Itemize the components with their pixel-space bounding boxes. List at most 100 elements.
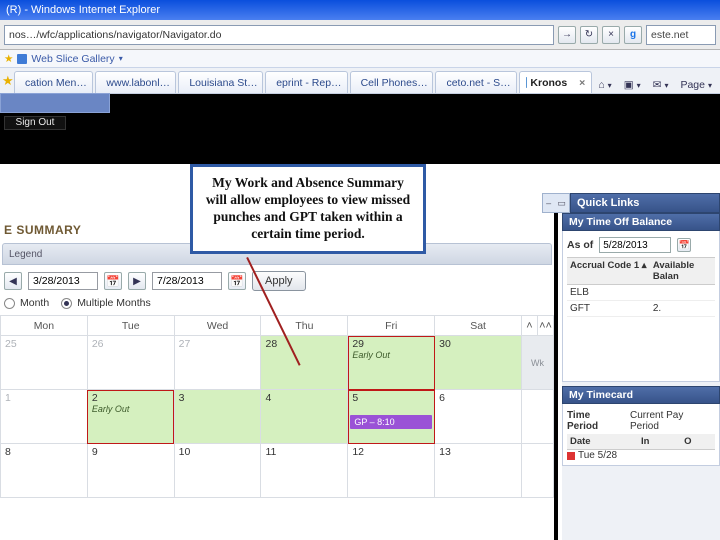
day-header: Tue: [87, 316, 174, 336]
chevron-down-icon: ▾: [708, 81, 712, 90]
collapse-up-icon[interactable]: ˄: [522, 316, 538, 336]
refresh-button[interactable]: ↻: [580, 26, 598, 44]
stop-button[interactable]: ×: [602, 26, 620, 44]
cal-cell[interactable]: 13: [435, 444, 522, 498]
cal-cell[interactable]: 27: [174, 336, 261, 390]
cal-cell[interactable]: 25: [1, 336, 88, 390]
home-icon: ⌂: [598, 79, 604, 91]
favorites-item[interactable]: Web Slice Gallery: [31, 53, 114, 65]
mail-button[interactable]: ✉▾: [649, 77, 673, 93]
col-accrual-code[interactable]: Accrual Code 1 ▴: [567, 258, 650, 284]
tab-4[interactable]: Cell Phones…: [350, 71, 434, 93]
calendar-icon[interactable]: 📅: [104, 272, 122, 290]
search-input[interactable]: [646, 25, 716, 45]
tab-5[interactable]: ceto.net - S…: [435, 71, 516, 93]
next-period-button[interactable]: ▶: [128, 272, 146, 290]
cal-cell[interactable]: 11: [261, 444, 348, 498]
favorites-star-icon: ★: [4, 53, 13, 65]
cal-cell[interactable]: 3: [174, 390, 261, 444]
cal-cell[interactable]: 29Early Out: [348, 336, 435, 390]
go-button[interactable]: →: [558, 26, 576, 44]
cal-cell[interactable]: 12: [348, 444, 435, 498]
as-of-date-input[interactable]: [599, 237, 671, 253]
day-number: 30: [439, 338, 451, 350]
day-number: 1: [5, 392, 11, 404]
sign-out-link[interactable]: Sign Out: [4, 116, 66, 130]
tab-3[interactable]: eprint - Rep…: [265, 71, 347, 93]
balance-row[interactable]: ELB: [567, 285, 715, 301]
day-number: 8: [5, 446, 11, 458]
from-date-input[interactable]: [28, 272, 98, 290]
cal-cell[interactable]: 28: [261, 336, 348, 390]
chevron-down-icon: ▾: [637, 81, 641, 90]
cal-cell[interactable]: 30: [435, 336, 522, 390]
time-period-value[interactable]: Current Pay Period: [630, 410, 715, 432]
chevron-down-icon: ▾: [664, 81, 668, 90]
col-available-balance[interactable]: Available Balan: [650, 258, 715, 284]
radio-multiple-months[interactable]: Multiple Months: [61, 297, 151, 309]
page-label: Page: [680, 79, 705, 91]
gpt-event: GP – 8:10: [350, 415, 432, 429]
cal-cell[interactable]: 1: [1, 390, 88, 444]
quick-links-header[interactable]: Quick Links: [570, 193, 720, 213]
tab-2[interactable]: Louisiana St…: [178, 71, 263, 93]
col-in[interactable]: In: [638, 434, 681, 449]
favorites-button-icon[interactable]: ★: [2, 73, 14, 89]
collapse-all-icon[interactable]: ˄˄: [538, 316, 554, 336]
home-button[interactable]: ⌂▾: [594, 77, 615, 93]
feeds-button[interactable]: ▣▾: [620, 77, 645, 93]
day-header: Wed: [174, 316, 261, 336]
panel-minimize-icon[interactable]: –: [546, 198, 551, 208]
favorites-dropdown-icon[interactable]: ▾: [119, 54, 123, 63]
panel-window-controls[interactable]: – ▭: [542, 193, 570, 213]
panel-maximize-icon[interactable]: ▭: [557, 198, 566, 209]
annotation-callout: My Work and Absence Summary will allow e…: [190, 164, 426, 254]
tab-kronos[interactable]: Kronos×: [519, 71, 592, 93]
cal-cell[interactable]: 2Early Out: [87, 390, 174, 444]
day-number: 28: [265, 338, 277, 350]
day-number: 6: [439, 392, 445, 404]
day-number: 4: [265, 392, 271, 404]
cal-cell[interactable]: 10: [174, 444, 261, 498]
day-header: Mon: [1, 316, 88, 336]
radio-month[interactable]: Month: [4, 297, 49, 309]
mail-icon: ✉: [653, 79, 662, 91]
col-date[interactable]: Date: [567, 434, 638, 449]
day-number: 25: [5, 338, 17, 350]
page-menu[interactable]: Page▾: [676, 77, 716, 93]
timecard-row[interactable]: Tue 5/28: [567, 450, 715, 461]
to-date-input[interactable]: [152, 272, 222, 290]
app-header-band: Sign Out: [0, 94, 720, 164]
cell: 2.: [650, 301, 715, 316]
url-input[interactable]: [4, 25, 554, 45]
cal-cell[interactable]: 9: [87, 444, 174, 498]
col-out[interactable]: O: [681, 434, 715, 449]
day-note: Early Out: [352, 350, 430, 360]
cell: GFT: [567, 301, 650, 316]
prev-period-button[interactable]: ◀: [4, 272, 22, 290]
period-radio-group: Month Multiple Months: [0, 297, 554, 315]
tab-label: Cell Phones…: [361, 77, 428, 89]
chevron-down-icon: ▾: [608, 81, 612, 90]
cal-cell[interactable]: 4: [261, 390, 348, 444]
timecard-panel-header[interactable]: My Timecard: [562, 386, 720, 404]
address-bar: → ↻ × g: [0, 20, 720, 50]
tab-close-icon[interactable]: ×: [579, 77, 585, 89]
tab-1[interactable]: www.labonl…: [95, 71, 176, 93]
day-number: 12: [352, 446, 364, 458]
cal-cell[interactable]: 8: [1, 444, 88, 498]
calendar-icon[interactable]: 📅: [677, 238, 691, 252]
radio-icon: [61, 298, 72, 309]
tab-0[interactable]: cation Men…: [14, 71, 93, 93]
cal-cell[interactable]: 6: [435, 390, 522, 444]
cal-cell[interactable]: 26: [87, 336, 174, 390]
day-number: 9: [92, 446, 98, 458]
week-label: Wk: [526, 358, 549, 368]
favorites-bar: ★ Web Slice Gallery ▾: [0, 50, 720, 68]
calendar-icon[interactable]: 📅: [228, 272, 246, 290]
browser-tabs: ★ cation Men… www.labonl… Louisiana St… …: [0, 68, 720, 94]
cal-cell[interactable]: 5GP – 8:10: [348, 390, 435, 444]
balance-panel-header[interactable]: My Time Off Balance: [562, 213, 720, 231]
exception-flag-icon: [567, 452, 575, 460]
balance-row[interactable]: GFT2.: [567, 301, 715, 317]
